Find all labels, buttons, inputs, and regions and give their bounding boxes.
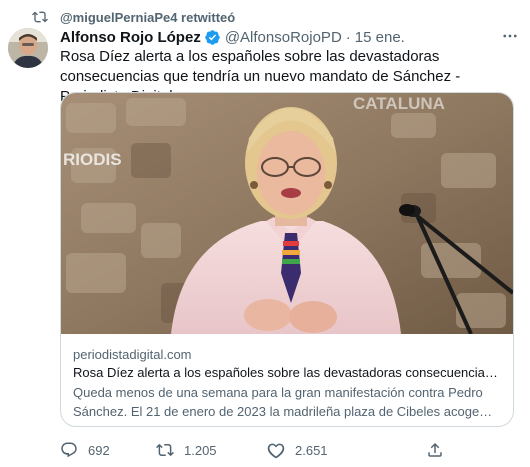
retweet-button[interactable]: 1.205 [156, 438, 217, 462]
separator-dot: · [345, 28, 351, 46]
card-domain: periodistadigital.com [73, 347, 192, 362]
reply-button[interactable]: 692 [60, 438, 110, 462]
retweet-count: 1.205 [184, 442, 217, 458]
action-bar: 692 1.205 2.651 [60, 438, 500, 462]
like-count: 2.651 [295, 442, 328, 458]
heart-icon [267, 443, 285, 459]
verified-badge-icon [205, 29, 220, 45]
like-button[interactable]: 2.651 [267, 438, 328, 462]
retweet-by-text[interactable]: @miguelPerniaPe4 retwitteó [60, 10, 235, 25]
reply-count: 692 [88, 442, 110, 458]
card-body[interactable]: periodistadigital.com Rosa Díez alerta a… [73, 346, 501, 421]
card-title: Rosa Díez alerta a los españoles sobre l… [73, 365, 501, 380]
retweet-icon [32, 11, 48, 23]
watermark-left: RIODIS [63, 150, 122, 169]
avatar[interactable] [8, 28, 48, 68]
retweet-icon [156, 443, 174, 457]
retweet-context: @miguelPerniaPe4 retwitteó [32, 8, 235, 26]
card-image[interactable]: RIODIS CATALUNA [61, 93, 513, 334]
author-handle[interactable]: @AlfonsoRojoPD [225, 29, 342, 46]
tweet[interactable]: @miguelPerniaPe4 retwitteó Alfonso Rojo … [0, 0, 530, 467]
more-options-icon[interactable] [500, 26, 520, 46]
link-card[interactable]: RIODIS CATALUNA periodistadigital.com Ro… [60, 92, 514, 427]
share-icon [428, 442, 442, 457]
author-name[interactable]: Alfonso Rojo López [60, 29, 201, 46]
watermark-right: CATALUNA [353, 94, 445, 113]
reply-icon [61, 442, 77, 458]
share-button[interactable] [426, 438, 454, 462]
author-line: Alfonso Rojo López @AlfonsoRojoPD · 15 e… [60, 26, 520, 48]
card-description: Queda menos de una semana para la gran m… [73, 385, 483, 419]
tweet-date[interactable]: 15 ene. [355, 29, 405, 46]
